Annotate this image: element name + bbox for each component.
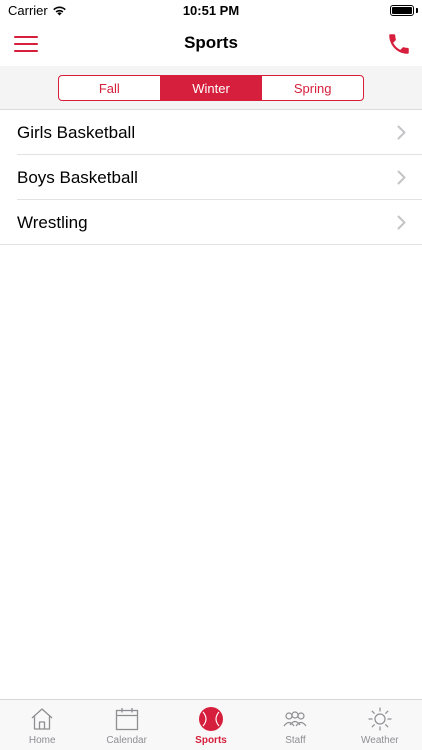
tab-home[interactable]: Home: [0, 700, 84, 750]
tab-label: Sports: [195, 735, 227, 746]
list-item-wrestling[interactable]: Wrestling: [0, 200, 422, 245]
segment-winter[interactable]: Winter: [159, 76, 262, 100]
list-item-girls-basketball[interactable]: Girls Basketball: [0, 110, 422, 155]
home-icon: [31, 708, 53, 730]
sun-icon: [368, 707, 392, 731]
tab-calendar[interactable]: Calendar: [84, 700, 168, 750]
battery-cap: [416, 8, 418, 13]
list-item-label: Girls Basketball: [17, 122, 136, 142]
list-item-boys-basketball[interactable]: Boys Basketball: [0, 155, 422, 200]
tab-label: Calendar: [106, 735, 147, 746]
season-selector-area: Fall Winter Spring: [0, 66, 422, 110]
status-time: 10:51 PM: [182, 3, 240, 18]
page-title: Sports: [184, 33, 238, 52]
people-icon: [283, 711, 307, 727]
battery-icon: [390, 5, 414, 16]
list-item-label: Wrestling: [17, 212, 88, 232]
tab-bar: Home Calendar Sports Staff Weather: [0, 699, 422, 750]
tab-label: Home: [28, 735, 56, 746]
tab-staff[interactable]: Staff: [253, 700, 337, 750]
status-bar: Carrier 10:51 PM: [0, 0, 422, 22]
chevron-right-icon: [397, 125, 406, 140]
segment-fall[interactable]: Fall: [59, 76, 160, 100]
sports-list: Girls Basketball Boys Basketball Wrestli…: [0, 110, 422, 245]
tab-sports[interactable]: Sports: [169, 700, 253, 750]
segment-spring[interactable]: Spring: [261, 76, 363, 100]
navigation-bar: Sports: [0, 22, 422, 66]
tab-weather[interactable]: Weather: [338, 700, 422, 750]
calendar-icon: [115, 708, 138, 731]
chevron-right-icon: [397, 170, 406, 185]
ball-icon: [199, 707, 224, 731]
season-segmented-control: Fall Winter Spring: [58, 75, 364, 101]
tab-label: Staff: [285, 735, 306, 746]
list-item-label: Boys Basketball: [17, 167, 138, 187]
tab-label: Weather: [361, 735, 399, 746]
chevron-right-icon: [397, 215, 406, 230]
phone-icon[interactable]: [386, 31, 412, 57]
